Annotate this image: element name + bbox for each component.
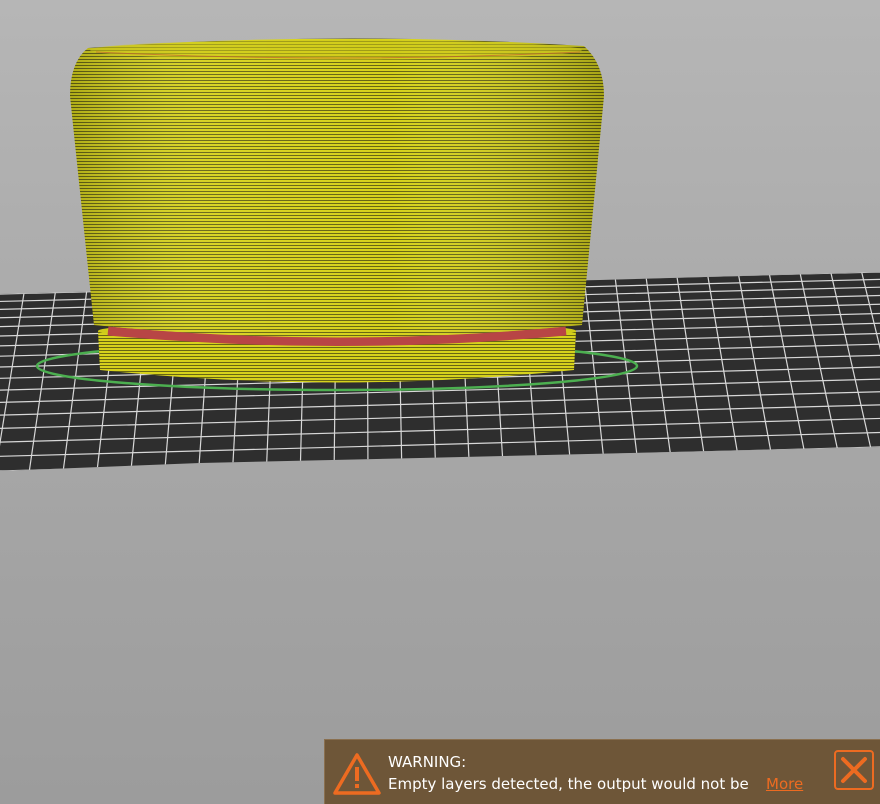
- close-icon: [841, 757, 867, 783]
- warning-notification: WARNING: Empty layers detected, the outp…: [324, 739, 880, 804]
- notification-title: WARNING:: [388, 753, 467, 771]
- close-notification-button[interactable]: [834, 750, 874, 790]
- more-link[interactable]: More: [766, 775, 803, 793]
- sliced-object[interactable]: [70, 38, 604, 383]
- 3d-preview-viewport[interactable]: [0, 0, 880, 804]
- notification-message: Empty layers detected, the output would …: [388, 775, 749, 793]
- warning-triangle-icon: [333, 753, 381, 795]
- preview-canvas[interactable]: [0, 0, 880, 804]
